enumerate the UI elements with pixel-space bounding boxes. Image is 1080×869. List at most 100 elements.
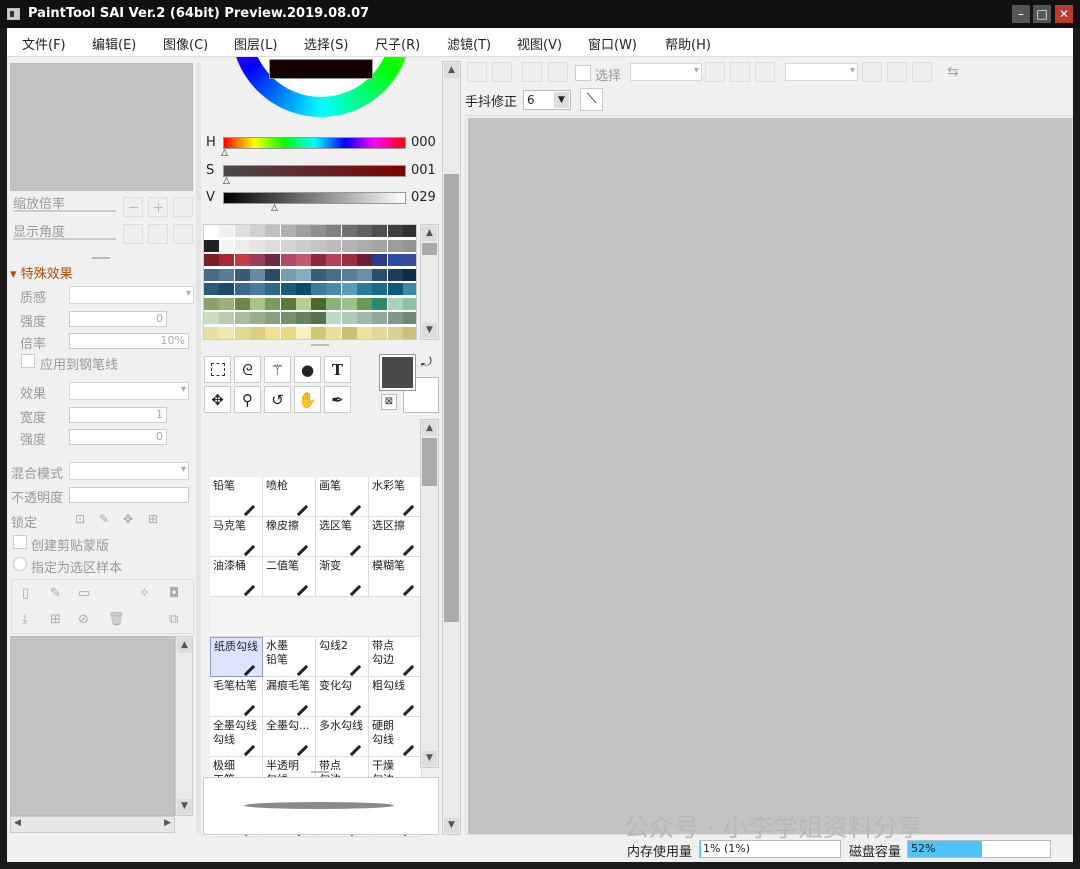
effects-header[interactable]: ▾ 特殊效果	[10, 263, 73, 282]
color-swatch[interactable]	[234, 239, 250, 252]
clear-layer-icon[interactable]: ⊘	[78, 612, 89, 627]
color-swatch[interactable]	[265, 225, 281, 237]
color-swatch[interactable]	[249, 283, 265, 295]
color-swatch[interactable]	[387, 312, 403, 324]
texture-select[interactable]	[69, 286, 194, 304]
color-swatch[interactable]	[326, 268, 342, 281]
color-swatch[interactable]	[357, 239, 372, 252]
color-swatch[interactable]	[249, 312, 265, 324]
color-swatch[interactable]	[265, 283, 281, 295]
zoom-in-toolbar-button[interactable]	[730, 62, 750, 82]
layer-list-scrollbar[interactable]: ▲ ▼	[175, 636, 193, 816]
brush-slot[interactable]: 模糊笔	[369, 557, 422, 597]
color-swatch[interactable]	[311, 239, 327, 252]
color-swatch[interactable]	[326, 312, 342, 324]
color-swatch[interactable]	[357, 254, 372, 266]
color-swatch[interactable]	[357, 283, 372, 295]
color-swatch[interactable]	[311, 312, 327, 324]
color-swatch[interactable]	[265, 254, 281, 266]
color-swatch[interactable]	[402, 254, 416, 266]
color-swatch[interactable]	[372, 268, 388, 281]
color-swatch[interactable]	[402, 283, 416, 295]
color-swatch[interactable]	[341, 326, 357, 339]
color-swatch[interactable]	[387, 297, 403, 310]
color-swatch[interactable]	[219, 326, 235, 339]
width-field[interactable]: 1	[69, 407, 167, 423]
color-swatch[interactable]	[311, 268, 327, 281]
color-swatch[interactable]	[204, 297, 219, 310]
brush-slot[interactable]: 全墨勾线 勾线	[210, 717, 263, 757]
swatch-scrollbar[interactable]: ▲ ▼	[420, 224, 439, 340]
navigator-preview[interactable]	[10, 63, 193, 191]
color-swatch[interactable]	[219, 254, 235, 266]
color-swatch[interactable]	[295, 225, 311, 237]
brush-slot[interactable]: 毛笔枯笔	[210, 677, 263, 717]
color-swatch[interactable]	[326, 225, 342, 237]
color-swatch[interactable]	[265, 268, 281, 281]
scroll-left-icon[interactable]: ◀	[14, 818, 21, 828]
transfer-down-icon[interactable]: ⤓	[22, 612, 28, 627]
color-swatch[interactable]	[295, 283, 311, 295]
layer-list[interactable]	[10, 636, 175, 816]
brush-slot[interactable]: 纸质勾线	[210, 637, 263, 677]
left-panel-divider[interactable]	[196, 63, 201, 833]
color-swatch[interactable]	[402, 312, 416, 324]
transparent-color-icon[interactable]: ⊠	[381, 394, 397, 410]
brush-slot[interactable]: 带点 勾边	[369, 637, 422, 677]
selection-source-radio[interactable]	[13, 557, 27, 571]
brush-slot[interactable]: 渐变	[316, 557, 369, 597]
zoom-select[interactable]	[630, 63, 702, 81]
color-swatch[interactable]	[326, 297, 342, 310]
menu-view[interactable]: 视图(V)	[517, 34, 562, 53]
sv-square[interactable]	[269, 59, 373, 79]
color-swatch[interactable]	[204, 312, 219, 324]
brush-slot[interactable]: 油漆桶	[210, 557, 263, 597]
color-swatch[interactable]	[372, 239, 388, 252]
brush-slot[interactable]: 选区笔	[316, 517, 369, 557]
color-swatch[interactable]	[372, 312, 388, 324]
swatch-scroll-thumb[interactable]	[422, 243, 437, 255]
color-swatch[interactable]	[249, 268, 265, 281]
brush-slot[interactable]: 硬朗 勾线	[369, 717, 422, 757]
color-swatch[interactable]	[234, 312, 250, 324]
color-swatch[interactable]	[326, 239, 342, 252]
v-slider-thumb[interactable]: △	[271, 203, 278, 213]
color-swatch[interactable]	[280, 297, 296, 310]
opacity-field[interactable]	[69, 487, 189, 503]
zoom-in-button[interactable]	[148, 197, 168, 217]
close-button[interactable]: ✕	[1055, 5, 1073, 23]
color-swatch[interactable]	[234, 326, 250, 339]
color-swatch[interactable]	[219, 268, 235, 281]
color-swatch[interactable]	[204, 268, 219, 281]
color-swatch[interactable]	[295, 254, 311, 266]
invert-select-button[interactable]	[548, 62, 568, 82]
rotate-left-button[interactable]	[123, 224, 143, 244]
s-value[interactable]: 001	[411, 163, 436, 178]
move-tool[interactable]: ✥	[204, 386, 231, 413]
brush-slot[interactable]: 画笔	[316, 477, 369, 517]
color-swatch[interactable]	[265, 312, 281, 324]
color-swatch[interactable]	[326, 326, 342, 339]
scroll-up-icon[interactable]: ▲	[422, 226, 437, 241]
rotate-right-toolbar-button[interactable]	[887, 62, 907, 82]
color-swatch[interactable]	[204, 254, 219, 266]
color-swatch[interactable]	[280, 312, 296, 324]
angle-select[interactable]	[785, 63, 858, 81]
brush-slot[interactable]: 橡皮擦	[263, 517, 316, 557]
lock-move-icon[interactable]: ✥	[123, 512, 133, 526]
brush-slot[interactable]: 全墨勾...	[263, 717, 316, 757]
menu-file[interactable]: 文件(F)	[22, 34, 66, 53]
color-swatch[interactable]	[341, 225, 357, 237]
layer-effect-icon[interactable]: ✧	[139, 586, 150, 601]
brush-slot[interactable]: 多水勾线	[316, 717, 369, 757]
new-folder-icon[interactable]: ▭	[78, 586, 90, 601]
color-swatch[interactable]	[402, 225, 416, 237]
strength-field[interactable]: 0	[69, 311, 167, 327]
color-swatch[interactable]	[402, 239, 416, 252]
stabilizer-select[interactable]: 6 ▼	[523, 90, 571, 110]
color-swatch[interactable]	[311, 225, 327, 237]
scroll-up-icon[interactable]: ▲	[422, 421, 437, 436]
brush-slot[interactable]: 水彩笔	[369, 477, 422, 517]
color-swatch[interactable]	[234, 254, 250, 266]
color-swatch[interactable]	[204, 283, 219, 295]
